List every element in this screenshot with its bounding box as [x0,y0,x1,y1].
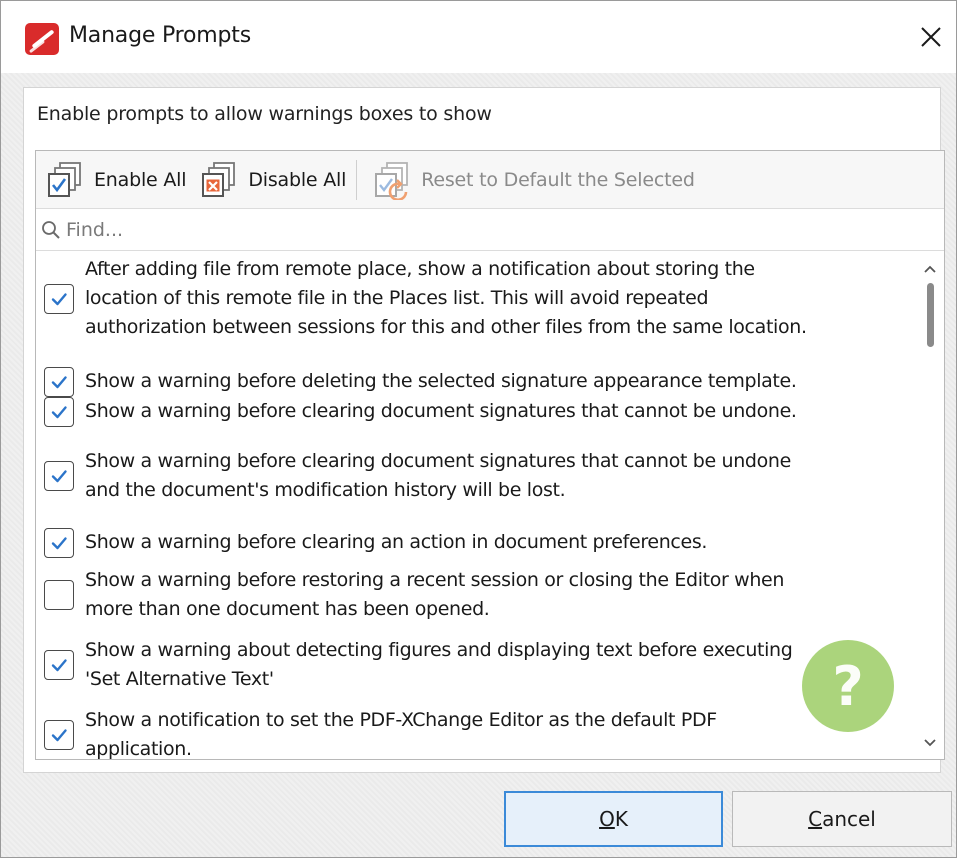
prompt-text: location of this remote file in the Plac… [85,287,709,309]
prompt-row[interactable]: Show a warning about detecting figures a… [36,636,916,694]
reset-to-default-button[interactable]: Reset to Default the Selected [363,151,698,209]
prompt-row[interactable]: Show a warning before deleting the selec… [36,367,916,397]
checkbox-checked[interactable] [44,461,74,491]
reset-default-icon [375,161,409,200]
prompts-list: After adding file from remote place, sho… [36,251,916,759]
prompt-text: After adding file from remote place, sho… [85,258,755,280]
checkbox-checked[interactable] [44,650,74,680]
find-input[interactable] [66,218,866,241]
checkmark-icon [51,729,67,742]
prompt-text: Show a warning before restoring a recent… [85,569,785,591]
help-glyph: ? [832,654,864,718]
prompt-row[interactable]: Show a warning before clearing an action… [36,528,916,558]
prompt-row[interactable]: Show a warning before clearing document … [36,447,916,505]
dialog-title: Manage Prompts [69,23,251,48]
cancel-button[interactable]: Cancel [732,791,952,847]
reset-to-default-label: Reset to Default the Selected [421,168,695,191]
prompt-text: Show a warning before clearing an action… [85,531,708,553]
checkmark-icon [51,659,67,672]
prompt-text: more than one document has been opened. [85,598,490,620]
close-icon [921,27,941,47]
title-bar: Manage Prompts [1,1,956,73]
pdf-xchange-logo-icon [25,23,59,55]
checkbox-checked[interactable] [44,367,74,397]
chevron-up-icon [924,265,936,273]
prompt-text: and the document's modification history … [85,479,566,501]
ok-button[interactable]: OK [504,791,723,847]
prompt-text: 'Set Alternative Text' [85,668,274,690]
scroll-up-button[interactable] [920,259,940,279]
checkbox-checked[interactable] [44,284,74,314]
cancel-mnemonic: C [808,807,823,831]
prompt-text: application. [85,738,192,759]
toolbar-separator [356,159,358,200]
prompt-text: Show a warning before clearing document … [85,450,791,472]
prompt-row[interactable]: Show a warning before restoring a recent… [36,566,916,624]
prompt-text: authorization between sessions for this … [85,316,807,338]
checkbox-checked[interactable] [44,397,74,427]
prompt-text: Show a warning about detecting figures a… [85,639,793,661]
prompt-row[interactable]: Show a warning before clearing document … [36,397,916,427]
toolbar: Enable All Disable All Reset to Default … [36,151,944,209]
help-icon[interactable]: ? [802,640,894,732]
scroll-down-button[interactable] [920,733,940,753]
group-title: Enable prompts to allow warnings boxes t… [37,103,492,125]
ok-mnemonic: O [599,807,615,831]
manage-prompts-dialog: Manage Prompts Enable prompts to allow w… [0,0,957,858]
disable-all-label: Disable All [248,168,347,191]
prompt-row[interactable]: After adding file from remote place, sho… [36,255,916,342]
prompts-group: Enable prompts to allow warnings boxes t… [23,87,945,773]
enable-all-label: Enable All [94,168,187,191]
find-bar [36,209,944,251]
checkmark-icon [51,293,67,306]
checkmark-icon [51,406,67,419]
ok-label: K [614,807,628,831]
close-button[interactable] [911,17,951,57]
checkmark-icon [51,537,67,550]
checkbox-checked[interactable] [44,720,74,750]
dialog-body: Enable prompts to allow warnings boxes t… [1,73,956,857]
chevron-down-icon [924,739,936,747]
prompt-text: Show a warning before deleting the selec… [85,370,797,392]
cancel-label: ancel [822,807,876,831]
checkbox-unchecked[interactable] [44,580,74,610]
checkmark-icon [51,376,67,389]
search-icon [42,220,60,239]
disable-all-icon [202,161,236,197]
enable-all-button[interactable]: Enable All [36,151,190,209]
checkbox-checked[interactable] [44,528,74,558]
enable-all-icon [48,161,81,197]
scroll-thumb[interactable] [927,283,934,347]
prompt-text: Show a notification to set the PDF-XChan… [85,709,717,731]
checkmark-icon [51,470,67,483]
prompt-row[interactable]: Show a notification to set the PDF-XChan… [36,706,916,759]
prompt-text: Show a warning before clearing document … [85,400,797,422]
disable-all-button[interactable]: Disable All [190,151,350,209]
vertical-scrollbar[interactable] [916,251,944,759]
